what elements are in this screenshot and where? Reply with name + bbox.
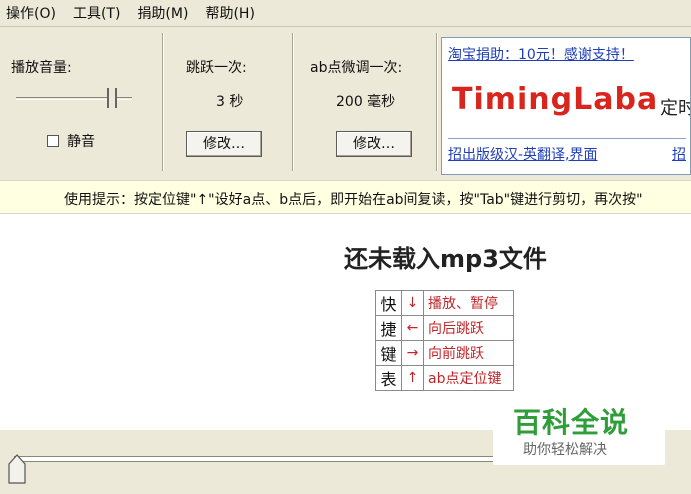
shortcut-desc: ab点定位键 bbox=[423, 365, 514, 391]
jump-edit-button[interactable]: 修改… bbox=[186, 131, 262, 157]
donate-link[interactable]: 淘宝捐助：10元！感谢支持！ bbox=[448, 44, 634, 64]
tip-text: 使用提示：按定位键"↑"设好a点、b点后，即开始在ab间复读，按"Tab"键进行… bbox=[64, 192, 643, 208]
shortcut-desc: 向前跳跃 bbox=[423, 340, 514, 366]
seek-track[interactable] bbox=[14, 456, 494, 462]
table-row: 表 ↑ ab点定位键 bbox=[375, 365, 514, 391]
shortcut-title-char: 键 bbox=[375, 340, 402, 366]
shortcut-title-char: 表 bbox=[375, 365, 402, 391]
translation-link-tail[interactable]: 招 bbox=[672, 144, 686, 164]
shortcut-table: 快 ↓ 播放、暂停 捷 ← 向后跳跃 键 → 向前跳跃 表 ↑ ab点定位键 bbox=[375, 290, 514, 391]
volume-slider-thumb[interactable] bbox=[107, 88, 117, 108]
ab-adjust-panel: ab点微调一次: 200 毫秒 修改… bbox=[294, 35, 434, 175]
mute-checkbox[interactable]: 静音 bbox=[47, 131, 95, 151]
menu-operate[interactable]: 操作(O) bbox=[6, 3, 56, 23]
volume-label: 播放音量: bbox=[11, 60, 72, 76]
table-row: 键 → 向前跳跃 bbox=[375, 340, 514, 366]
jump-panel: 跳跃一次: 3 秒 修改… bbox=[164, 35, 292, 175]
panel-divider bbox=[436, 33, 438, 171]
jump-value: 3 秒 bbox=[216, 94, 244, 110]
translation-link[interactable]: 招出版级汉-英翻译,界面 bbox=[448, 144, 598, 164]
menu-bar: 操作(O) 工具(T) 捐助(M) 帮助(H) bbox=[0, 0, 691, 27]
table-row: 快 ↓ 播放、暂停 bbox=[375, 290, 514, 316]
seek-thumb[interactable] bbox=[8, 454, 26, 484]
watermark-subtitle: 助你轻松解决 bbox=[523, 442, 607, 458]
ad-divider bbox=[448, 138, 686, 139]
menu-tools[interactable]: 工具(T) bbox=[73, 3, 120, 23]
arrow-up-icon: ↑ bbox=[401, 365, 424, 391]
table-row: 捷 ← 向后跳跃 bbox=[375, 315, 514, 341]
shortcut-title-char: 快 bbox=[375, 290, 402, 316]
tip-bar: 使用提示：按定位键"↑"设好a点、b点后，即开始在ab间复读，按"Tab"键进行… bbox=[0, 180, 691, 214]
jump-label: 跳跃一次: bbox=[186, 60, 247, 76]
mute-checkbox-box[interactable] bbox=[47, 135, 59, 147]
ad-banner: 淘宝捐助：10元！感谢支持！ TimingLaba 定时 招出版级汉-英翻译,界… bbox=[441, 37, 691, 175]
arrow-right-icon: → bbox=[401, 340, 424, 366]
menu-donate[interactable]: 捐助(M) bbox=[137, 3, 188, 23]
status-text: 还未载入mp3文件 bbox=[344, 245, 547, 273]
shortcut-desc: 播放、暂停 bbox=[423, 290, 514, 316]
menu-help[interactable]: 帮助(H) bbox=[205, 3, 254, 23]
mute-label: 静音 bbox=[67, 134, 95, 150]
ad-brand-tail: 定时 bbox=[660, 98, 690, 119]
watermark-logo: 百科全说 bbox=[513, 406, 630, 439]
ab-adjust-value: 200 毫秒 bbox=[336, 94, 396, 110]
volume-panel: 播放音量: 静音 bbox=[0, 35, 160, 175]
watermark: 百科全说 助你轻松解决 bbox=[493, 393, 665, 465]
timinglaba-logo[interactable]: TimingLaba bbox=[452, 82, 658, 117]
ab-adjust-label: ab点微调一次: bbox=[310, 60, 403, 76]
arrow-down-icon: ↓ bbox=[401, 290, 424, 316]
arrow-left-icon: ← bbox=[401, 315, 424, 341]
shortcut-desc: 向后跳跃 bbox=[423, 315, 514, 341]
ab-adjust-edit-button[interactable]: 修改… bbox=[336, 131, 412, 157]
status-message: 还未载入mp3文件 bbox=[0, 239, 691, 274]
shortcut-title-char: 捷 bbox=[375, 315, 402, 341]
